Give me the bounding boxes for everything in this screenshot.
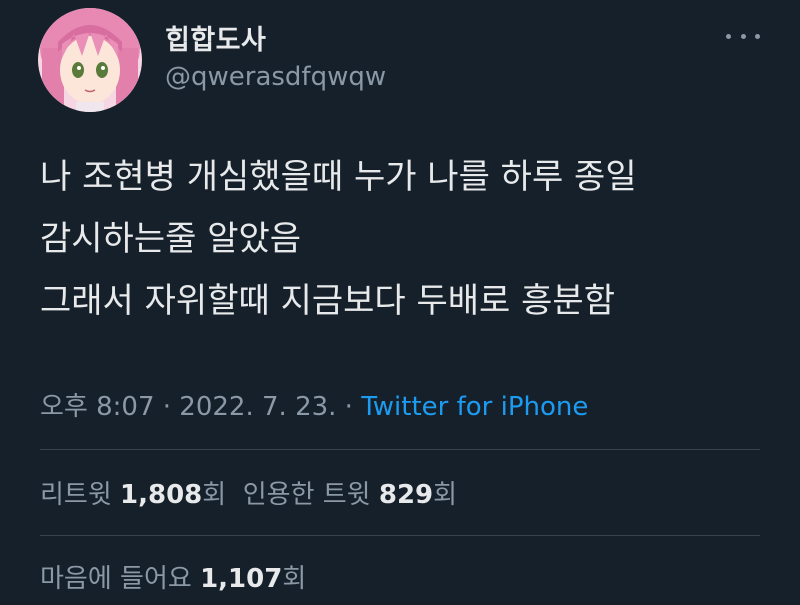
stats-row-shares: 리트윗 1,808회 인용한 트윗 829회 bbox=[40, 474, 457, 511]
tweet-line: 감시하는줄 알았음 bbox=[40, 219, 302, 259]
more-horizontal-icon[interactable] bbox=[726, 28, 760, 44]
likes-count: 1,107 bbox=[200, 564, 283, 594]
tweet-line: 그래서 자위할때 지금보다 두배로 흥분함 bbox=[40, 281, 615, 321]
retweets-stat[interactable]: 리트윗 1,808회 bbox=[40, 480, 226, 510]
meta-separator: · bbox=[336, 392, 362, 422]
quotes-stat[interactable]: 인용한 트윗 829회 bbox=[226, 480, 457, 510]
retweets-count: 1,808 bbox=[120, 480, 203, 510]
retweets-label: 리트윗 bbox=[40, 480, 121, 510]
tweet-card: 힙합도사 @qwerasdfqwqw 나 조현병 개심했을때 누가 나를 하루 … bbox=[0, 0, 800, 605]
tweet-meta: 오후 8:07 · 2022. 7. 23. · Twitter for iPh… bbox=[40, 386, 588, 423]
divider bbox=[40, 449, 760, 450]
quotes-count: 829 bbox=[378, 480, 434, 510]
likes-unit: 회 bbox=[282, 564, 307, 594]
likes-stat[interactable]: 마음에 들어요 1,107회 bbox=[40, 564, 306, 594]
tweet-time[interactable]: 오후 8:07 bbox=[40, 392, 155, 422]
avatar-image bbox=[38, 8, 142, 112]
meta-separator: · bbox=[154, 392, 180, 422]
tweet-line: 나 조현병 개심했을때 누가 나를 하루 종일 bbox=[40, 157, 637, 197]
user-handle[interactable]: @qwerasdfqwqw bbox=[165, 62, 386, 92]
divider bbox=[40, 535, 760, 536]
more-dot bbox=[740, 33, 746, 39]
more-dot bbox=[755, 33, 760, 39]
avatar[interactable] bbox=[38, 8, 142, 112]
quotes-label: 인용한 트윗 bbox=[226, 480, 379, 510]
likes-label: 마음에 들어요 bbox=[40, 564, 201, 594]
quotes-unit: 회 bbox=[433, 480, 458, 510]
tweet-text: 나 조현병 개심했을때 누가 나를 하루 종일 감시하는줄 알았음 그래서 자위… bbox=[40, 146, 780, 332]
stats-row-likes: 마음에 들어요 1,107회 bbox=[40, 558, 306, 595]
retweets-unit: 회 bbox=[202, 480, 227, 510]
display-name[interactable]: 힙합도사 bbox=[165, 18, 266, 57]
more-dot bbox=[726, 33, 731, 39]
tweet-date[interactable]: 2022. 7. 23. bbox=[179, 392, 336, 422]
tweet-source-link[interactable]: Twitter for iPhone bbox=[361, 392, 588, 422]
